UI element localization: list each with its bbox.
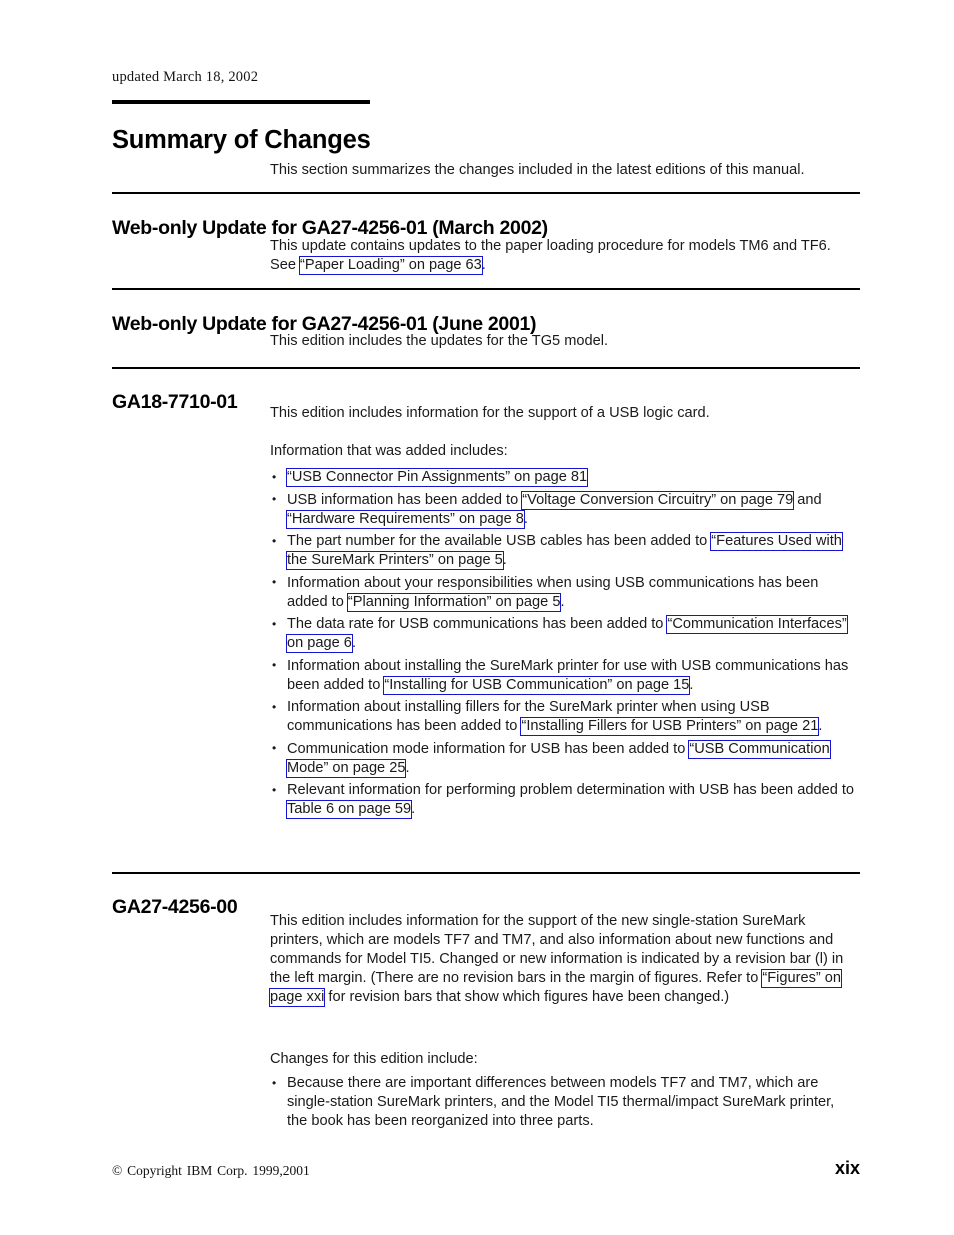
section-heading-ga27-4256-00: GA27-4256-00 xyxy=(112,896,238,919)
page-number: xix xyxy=(834,1158,860,1178)
document-page: updated March 18, 2002 Summary of Change… xyxy=(0,0,954,1235)
list-item: Because there are important differences … xyxy=(270,1074,858,1131)
section-rule-4 xyxy=(112,872,860,874)
link-hardware-requirements-page-8[interactable]: “Hardware Requirements” on page 8 xyxy=(286,509,525,529)
list-item: USB information has been added to “Volta… xyxy=(270,490,858,529)
bullet-text-pre: Communication mode information for USB h… xyxy=(287,740,690,757)
section-3-paragraph: This edition includes information for th… xyxy=(270,404,858,423)
list-item: Information about your responsibilities … xyxy=(270,573,858,612)
section-4-list-intro-text: Changes for this edition include: xyxy=(270,1051,478,1067)
bullet-text-post: . xyxy=(405,759,410,776)
section-4-list-intro: Changes for this edition include: xyxy=(270,1050,858,1069)
link-installing-for-usb-communication-page-15[interactable]: “Installing for USB Communication” on pa… xyxy=(383,675,691,695)
bullet-text-post: . xyxy=(560,593,565,610)
link-usb-connector-pin-assignments-page-81[interactable]: “USB Connector Pin Assignments” on page … xyxy=(286,468,589,487)
section-4-paragraph: This edition includes information for th… xyxy=(269,912,858,1007)
list-item: Communication mode information for USB h… xyxy=(270,739,858,778)
list-item: The part number for the available USB ca… xyxy=(270,532,858,570)
bullet-text-post: . xyxy=(689,676,694,693)
bullet-text-post: . xyxy=(523,510,528,527)
chapter-intro-paragraph: This section summarizes the changes incl… xyxy=(270,161,858,180)
section-2-paragraph: This edition includes the updates for th… xyxy=(270,332,858,351)
link-installing-fillers-for-usb-printers-page-21[interactable]: “Installing Fillers for USB Printers” on… xyxy=(520,717,820,736)
bullet-text-pre: Relevant information for performing prob… xyxy=(287,782,855,798)
link-planning-information-page-5[interactable]: “Planning Information” on page 5 xyxy=(346,592,562,612)
link-table-6-on-page-59[interactable]: Table 6 on page 59 xyxy=(286,800,413,819)
section-rule-3 xyxy=(112,367,860,369)
bullet-text-pre: USB information has been added to xyxy=(287,491,523,508)
chapter-title-rule xyxy=(112,100,370,104)
bullet-text-post: . xyxy=(818,718,823,734)
bullet-text: Because there are important differences … xyxy=(287,1075,835,1129)
section-heading-ga18-7710-01: GA18-7710-01 xyxy=(112,391,238,414)
copyright-notice: © Copyright IBM Corp. 1999,2001 xyxy=(112,1163,310,1178)
page-title: Summary of Changes xyxy=(112,126,371,155)
bullet-text-pre: The part number for the available USB ca… xyxy=(287,533,712,549)
bullet-text-post: . xyxy=(411,801,416,817)
section-3-list-intro: Information that was added includes: xyxy=(270,442,858,461)
section-3-text: This edition includes information for th… xyxy=(270,405,710,421)
section-1-text-post: . xyxy=(481,257,486,273)
list-item: Relevant information for performing prob… xyxy=(270,781,858,819)
section-rule-2 xyxy=(112,288,860,290)
section-rule-1 xyxy=(112,192,860,194)
section-4-bullet-list: Because there are important differences … xyxy=(270,1074,858,1135)
section-3-bullet-list: “USB Connector Pin Assignments” on page … xyxy=(270,468,858,823)
section-1-paragraph: This update contains updates to the pape… xyxy=(270,237,858,275)
list-item: “USB Connector Pin Assignments” on page … xyxy=(270,468,858,487)
section-2-text: This edition includes the updates for th… xyxy=(270,333,609,349)
list-item: Information about installing the SureMar… xyxy=(270,656,858,695)
section-3-list-intro-text: Information that was added includes: xyxy=(270,443,508,459)
bullet-text-mid: and xyxy=(793,491,822,508)
link-paper-loading-page-63[interactable]: “Paper Loading” on page 63 xyxy=(299,256,483,275)
list-item: Information about installing fillers for… xyxy=(270,698,858,736)
section-4-text-pre: This edition includes information for th… xyxy=(270,913,844,986)
chapter-intro-text: This section summarizes the changes incl… xyxy=(270,162,805,178)
link-voltage-conversion-circuitry-page-79[interactable]: “Voltage Conversion Circuitry” on page 7… xyxy=(521,490,795,510)
bullet-text-post: . xyxy=(351,635,356,651)
section-4-text-post: for revision bars that show which figure… xyxy=(324,989,730,1005)
updated-date-note: updated March 18, 2002 xyxy=(112,69,259,85)
list-item: The data rate for USB communications has… xyxy=(270,615,858,653)
bullet-text-post: . xyxy=(502,552,507,568)
bullet-text-pre: The data rate for USB communications has… xyxy=(287,616,668,632)
